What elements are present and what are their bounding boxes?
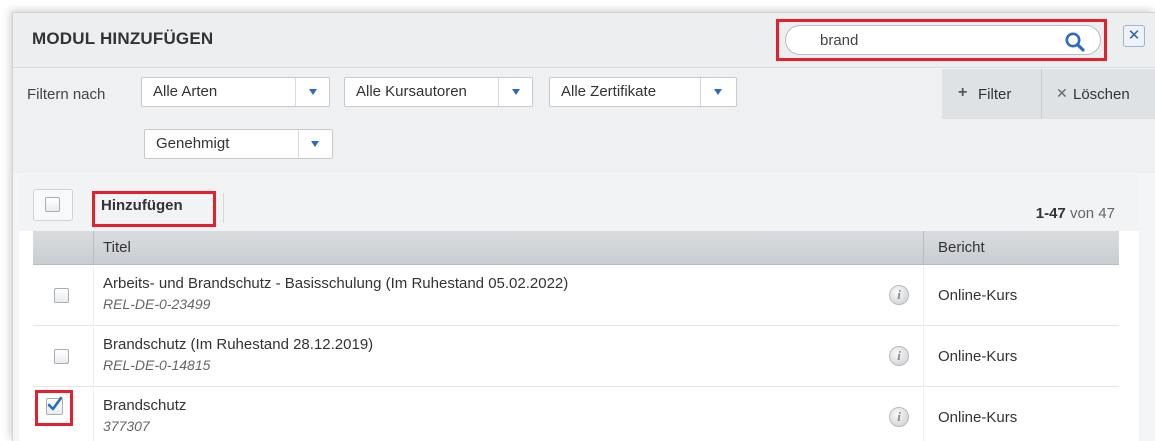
- add-module-dialog: MODUL HINZUFÜGEN ✕ Filtern nach Alle Art…: [12, 12, 1155, 441]
- info-icon[interactable]: i: [889, 285, 909, 305]
- info-icon[interactable]: i: [889, 407, 909, 427]
- row-code: 377307: [103, 418, 150, 434]
- close-icon[interactable]: ✕: [1123, 25, 1145, 47]
- table-header: Titel Bericht: [33, 231, 1119, 265]
- select-all-checkbox[interactable]: [45, 197, 60, 212]
- clear-filter-label: Löschen: [1073, 86, 1130, 103]
- table-row[interactable]: Arbeits- und Brandschutz - Basisschulung…: [33, 266, 1119, 326]
- column-title[interactable]: Titel: [103, 239, 131, 256]
- result-total: von 47: [1069, 205, 1115, 222]
- dialog-header: MODUL HINZUFÜGEN ✕: [13, 13, 1155, 68]
- row-type: Online-Kurs: [938, 287, 1018, 304]
- chevron-down-icon: [309, 89, 317, 95]
- row-type: Online-Kurs: [938, 348, 1018, 365]
- info-icon[interactable]: i: [889, 346, 909, 366]
- list-toolbar: Hinzufügen 1-47 von 47: [19, 175, 1145, 231]
- row-code: REL-DE-0-14815: [103, 357, 211, 373]
- type-filter-value: Alle Arten: [153, 83, 218, 100]
- add-filter-button[interactable]: + Filter: [942, 69, 1042, 119]
- row-type: Online-Kurs: [938, 409, 1018, 426]
- approval-filter-value: Genehmigt: [156, 135, 230, 152]
- row-checkbox[interactable]: [54, 349, 69, 364]
- filter-area: Filtern nach Alle Arten Alle Kursautoren…: [13, 69, 1155, 173]
- clear-filter-button[interactable]: ✕ Löschen: [1043, 69, 1155, 119]
- certificate-filter-value: Alle Zertifikate: [561, 83, 657, 100]
- row-title: Brandschutz (Im Ruhestand 28.12.2019): [103, 336, 374, 353]
- author-filter-select[interactable]: Alle Kursautoren: [344, 77, 533, 107]
- chevron-down-icon: [311, 141, 319, 147]
- module-list-panel: Hinzufügen 1-47 von 47 Titel Bericht Arb…: [19, 175, 1145, 441]
- approval-filter-select[interactable]: Genehmigt: [144, 129, 333, 159]
- row-code: REL-DE-0-23499: [103, 296, 211, 312]
- column-report[interactable]: Bericht: [938, 239, 985, 256]
- row-title: Arbeits- und Brandschutz - Basisschulung…: [103, 275, 569, 292]
- result-count: 1-47 von 47: [1036, 205, 1115, 222]
- table-row[interactable]: Brandschutz 377307 i Online-Kurs: [33, 388, 1119, 441]
- row-checkbox[interactable]: [54, 288, 69, 303]
- search-input[interactable]: [820, 30, 1040, 50]
- type-filter-select[interactable]: Alle Arten: [141, 77, 330, 107]
- chevron-down-icon: [512, 89, 520, 95]
- add-filter-label: Filter: [978, 86, 1012, 103]
- row-checkbox-checked[interactable]: [46, 396, 63, 415]
- chevron-down-icon: [714, 89, 722, 95]
- table-row[interactable]: Brandschutz (Im Ruhestand 28.12.2019) RE…: [33, 327, 1119, 387]
- x-icon: ✕: [1056, 85, 1068, 101]
- certificate-filter-select[interactable]: Alle Zertifikate: [549, 77, 737, 107]
- plus-icon: +: [958, 84, 968, 101]
- row-title: Brandschutz: [103, 397, 187, 414]
- filter-actions: + Filter ✕ Löschen: [942, 69, 1155, 119]
- search-field[interactable]: [785, 25, 1101, 55]
- filter-label: Filtern nach: [27, 86, 106, 103]
- add-button[interactable]: Hinzufügen: [101, 197, 183, 214]
- scrollbar-track[interactable]: [1139, 175, 1155, 441]
- result-range: 1-47: [1035, 205, 1066, 222]
- select-all-control[interactable]: [33, 189, 73, 221]
- author-filter-value: Alle Kursautoren: [356, 83, 467, 100]
- search-icon[interactable]: [1064, 31, 1086, 53]
- dialog-title: MODUL HINZUFÜGEN: [32, 29, 214, 48]
